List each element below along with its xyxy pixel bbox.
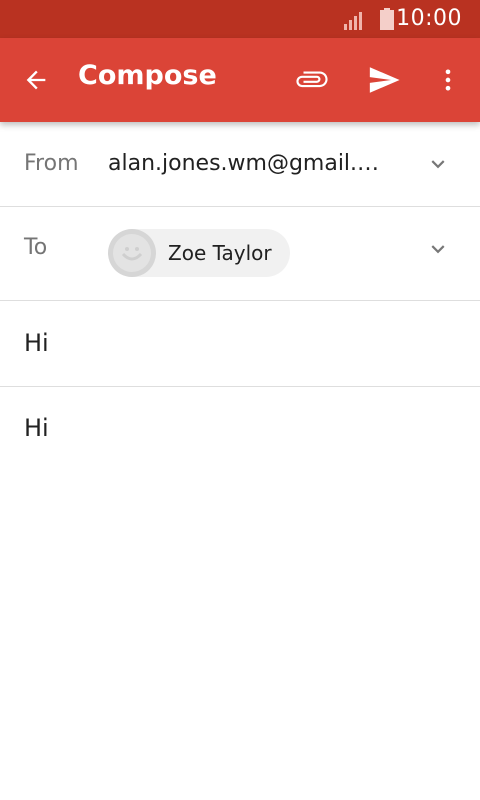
subject-text[interactable]: Hi [24, 329, 49, 357]
to-label: To [24, 235, 48, 260]
from-row[interactable]: From alan.jones.wm@gmail.com [0, 122, 480, 207]
more-options-button[interactable] [426, 58, 470, 102]
attachment-icon [296, 71, 328, 88]
send-button[interactable] [362, 58, 406, 102]
to-row[interactable]: To Zoe Taylor [0, 207, 480, 301]
attach-button[interactable] [290, 58, 334, 102]
from-expand-button[interactable] [424, 150, 452, 178]
app-bar: Compose [0, 38, 480, 122]
battery-icon [380, 8, 394, 30]
from-account[interactable]: alan.jones.wm@gmail.com [108, 151, 383, 176]
send-icon [369, 67, 400, 93]
from-label: From [24, 151, 79, 176]
status-bar: 10:00 [0, 0, 480, 38]
page-title: Compose [78, 60, 217, 91]
chevron-down-icon [431, 245, 445, 254]
recipient-name: Zoe Taylor [168, 241, 272, 265]
chevron-down-icon [431, 160, 445, 169]
email-body[interactable]: Hi [24, 414, 49, 442]
avatar-icon [113, 234, 151, 272]
avatar [108, 229, 156, 277]
more-vert-icon [445, 69, 451, 91]
subject-field[interactable]: Hi [0, 301, 480, 387]
to-expand-button[interactable] [424, 235, 452, 263]
back-button[interactable] [14, 58, 58, 102]
status-time: 10:00 [396, 6, 462, 31]
signal-icon [344, 12, 362, 30]
recipient-chip[interactable]: Zoe Taylor [108, 229, 290, 277]
back-arrow-icon [26, 70, 46, 90]
